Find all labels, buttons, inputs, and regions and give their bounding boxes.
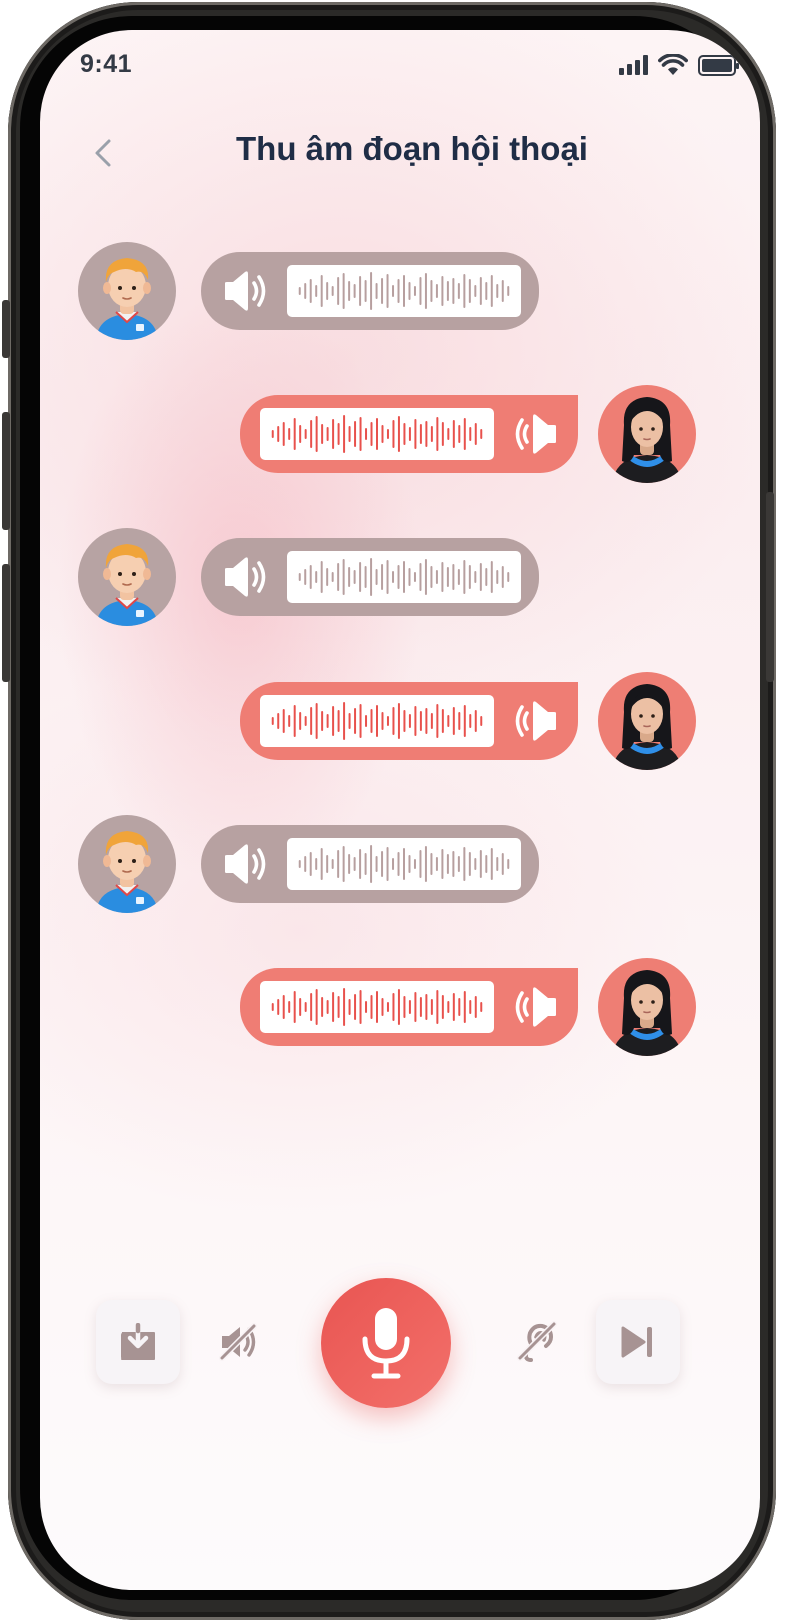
status-time: 9:41 [80,50,133,78]
screen: 9:41 Thu âm đoạn hội thoại [40,30,760,1590]
audio-message-sent[interactable] [240,968,578,1046]
avatar-boy [78,242,176,340]
waveform-box[interactable] [260,408,494,460]
volume-down-button [2,564,10,682]
download-button[interactable] [96,1300,180,1384]
record-button[interactable] [321,1278,451,1408]
waveform [271,988,483,1026]
battery-icon [698,54,739,76]
avatar-girl [598,385,696,483]
waveform-box[interactable] [287,551,521,603]
silent-switch [2,300,10,358]
speaker-muted-icon[interactable] [216,1320,260,1364]
speaker-icon[interactable] [510,699,560,743]
hearing-disabled-icon[interactable] [514,1320,558,1364]
waveform-box[interactable] [287,838,521,890]
waveform [271,702,483,740]
waveform [298,272,510,310]
speaker-icon[interactable] [510,985,560,1029]
speaker-icon[interactable] [221,269,271,313]
power-button [766,492,774,682]
waveform-box[interactable] [287,265,521,317]
waveform [298,558,510,596]
audio-message-received[interactable] [201,538,539,616]
status-icons [619,54,739,76]
microphone-icon [362,1308,410,1379]
speaker-icon[interactable] [221,842,271,886]
avatar-boy [78,815,176,913]
page-title: Thu âm đoạn hội thoại [236,130,588,167]
audio-message-sent[interactable] [240,682,578,760]
speaker-icon[interactable] [510,412,560,456]
volume-up-button [2,412,10,530]
download-icon [121,1323,155,1360]
avatar-girl [598,672,696,770]
skip-next-button[interactable] [596,1300,680,1384]
waveform [298,845,510,883]
cellular-signal-icon [619,55,648,75]
wifi-icon [658,54,688,75]
audio-message-received[interactable] [201,825,539,903]
waveform-box[interactable] [260,695,494,747]
avatar-girl [598,958,696,1056]
audio-message-received[interactable] [201,252,539,330]
waveform-box[interactable] [260,981,494,1033]
waveform [271,415,483,453]
skip-next-icon [621,1326,652,1358]
speaker-icon[interactable] [221,555,271,599]
avatar-boy [78,528,176,626]
audio-message-sent[interactable] [240,395,578,473]
